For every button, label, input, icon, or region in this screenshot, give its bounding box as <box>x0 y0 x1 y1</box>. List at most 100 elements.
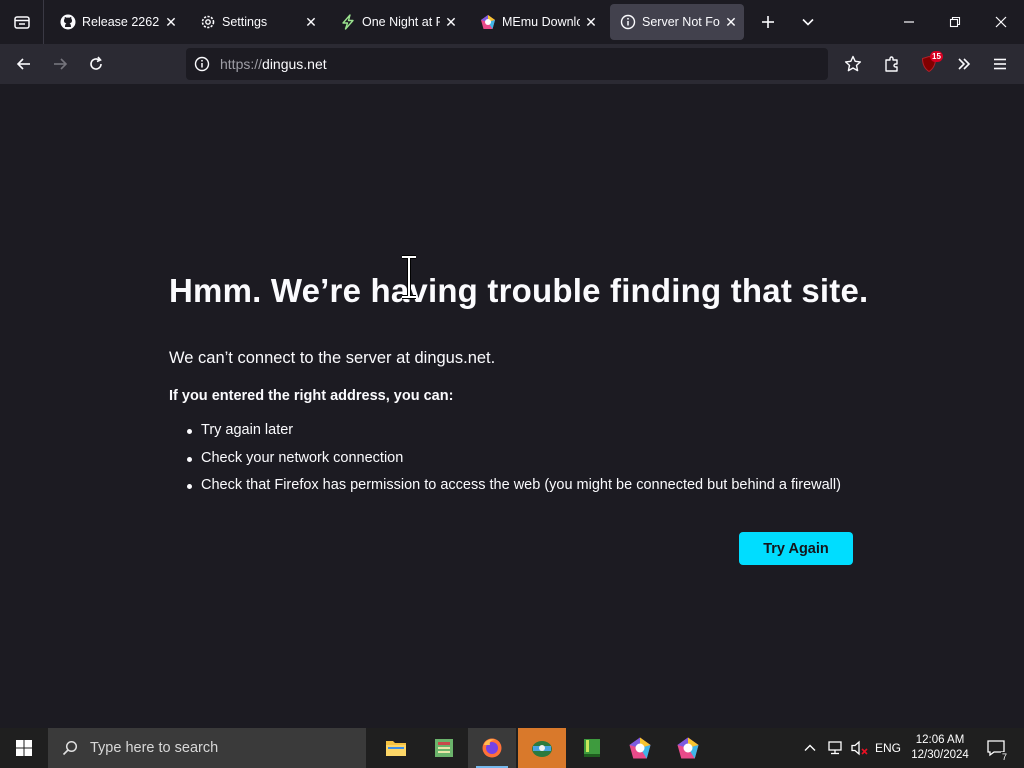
taskbar-memu-app[interactable] <box>616 728 664 768</box>
reload-icon <box>90 56 102 70</box>
error-title: Hmm. We’re having trouble finding that s… <box>169 272 869 309</box>
taskbar-green-app[interactable] <box>568 728 616 768</box>
green-book-icon <box>584 739 600 757</box>
tab-memu[interactable]: MEmu Downloa ✕ <box>470 4 604 40</box>
list-item: Check your network connection <box>185 450 841 478</box>
close-tab-icon[interactable]: ✕ <box>724 15 738 29</box>
volume-button[interactable] <box>848 728 872 768</box>
ublock-extension-button[interactable]: 15 <box>913 48 945 80</box>
extensions-button[interactable] <box>876 48 908 80</box>
speaker-muted-icon <box>851 740 868 756</box>
hamburger-menu-icon <box>994 58 1006 70</box>
github-icon <box>60 14 76 30</box>
tab-server-not-found[interactable]: Server Not Foun ✕ <box>610 4 744 40</box>
app-menu-button[interactable] <box>984 48 1016 80</box>
tab-title: Server Not Foun <box>642 15 720 29</box>
error-page: Hmm. We’re having trouble finding that s… <box>0 84 1024 728</box>
tab-release[interactable]: Release 22621.4 ✕ <box>50 4 184 40</box>
lightning-icon <box>340 14 356 30</box>
bullet-icon <box>187 429 192 434</box>
chevron-up-icon <box>804 744 816 751</box>
bookmark-button[interactable] <box>837 48 869 80</box>
tab-title: MEmu Downloa <box>502 15 580 29</box>
chevron-double-right-icon <box>958 58 971 70</box>
network-icon <box>828 741 842 755</box>
star-icon <box>844 55 862 72</box>
restore-button[interactable] <box>932 0 978 44</box>
restore-icon <box>949 16 961 28</box>
tab-title: Release 22621.4 <box>82 15 160 29</box>
error-subheading: If you entered the right address, you ca… <box>169 388 454 404</box>
taskbar-notepad-app[interactable] <box>420 728 468 768</box>
close-icon <box>995 16 1007 28</box>
minimize-icon <box>904 21 914 23</box>
site-info-icon[interactable] <box>194 56 210 72</box>
input-language-button[interactable]: ENG <box>873 728 903 768</box>
back-button[interactable] <box>8 48 40 80</box>
suggestion-list: Try again later Check your network conne… <box>185 422 841 505</box>
clock-time: 12:06 AM <box>915 734 965 746</box>
taskbar-firefox[interactable] <box>468 728 516 768</box>
memu-icon <box>629 737 651 759</box>
firefox-view-icon <box>13 16 30 29</box>
tab-title: One Night at Fl <box>362 15 440 29</box>
taskbar-memu-multi[interactable] <box>518 728 566 768</box>
globe-app-icon <box>532 741 552 757</box>
close-tab-icon[interactable]: ✕ <box>304 15 318 29</box>
error-description: We can’t connect to the server at dingus… <box>169 349 496 367</box>
taskbar-memu-app-2[interactable] <box>664 728 712 768</box>
start-button[interactable] <box>0 728 48 768</box>
suggestion-text: Check your network connection <box>201 449 404 466</box>
try-again-button[interactable]: Try Again <box>739 532 853 565</box>
search-placeholder: Type here to search <box>90 740 219 756</box>
list-item: Check that Firefox has permission to acc… <box>185 477 841 505</box>
close-tab-icon[interactable]: ✕ <box>444 15 458 29</box>
close-tab-icon[interactable]: ✕ <box>164 15 178 29</box>
forward-button[interactable] <box>44 48 76 80</box>
bullet-icon <box>187 456 192 462</box>
forward-arrow-icon <box>54 58 68 70</box>
clock-button[interactable]: 12:06 AM 12/30/2024 <box>904 728 976 768</box>
more-tools-button[interactable] <box>948 48 980 80</box>
taskbar-search-box[interactable]: Type here to search <box>48 728 366 768</box>
chevron-down-icon <box>802 18 814 26</box>
tab-settings[interactable]: Settings ✕ <box>190 4 324 40</box>
show-hidden-icons-button[interactable] <box>800 728 820 768</box>
reload-button[interactable] <box>80 48 112 80</box>
notification-count: 7 <box>1000 752 1008 762</box>
memu-icon <box>480 14 496 30</box>
ublock-badge: 15 <box>930 51 943 62</box>
notebook-icon <box>435 739 453 757</box>
back-arrow-icon <box>16 58 30 70</box>
new-tab-button[interactable] <box>754 8 782 36</box>
suggestion-text: Check that Firefox has permission to acc… <box>201 477 841 493</box>
taskbar-file-explorer[interactable] <box>372 728 420 768</box>
firefox-view-button[interactable] <box>0 0 44 44</box>
memu-icon <box>677 737 699 759</box>
address-bar[interactable]: https://dingus.net <box>186 48 828 80</box>
tab-title: Settings <box>222 15 268 29</box>
clock-date: 12/30/2024 <box>911 749 969 761</box>
network-button[interactable] <box>822 728 848 768</box>
gear-icon <box>200 14 216 30</box>
close-window-button[interactable] <box>978 0 1024 44</box>
url-scheme: https:// <box>220 56 263 72</box>
navigation-toolbar: https://dingus.net 15 <box>0 44 1024 84</box>
windows-logo-icon <box>16 740 32 756</box>
bullet-icon <box>187 484 192 489</box>
tab-strip: Release 22621.4 ✕ Settings ✕ One Night a… <box>0 0 1024 44</box>
action-center-button[interactable]: 7 <box>978 728 1014 768</box>
minimize-button[interactable] <box>886 0 932 44</box>
info-icon <box>620 14 636 30</box>
search-icon <box>62 740 78 756</box>
tab-one-night[interactable]: One Night at Fl ✕ <box>330 4 464 40</box>
suggestion-text: Try again later <box>201 422 294 438</box>
firefox-icon <box>482 738 502 758</box>
close-tab-icon[interactable]: ✕ <box>584 15 598 29</box>
url-host: dingus.net <box>262 56 327 72</box>
puzzle-icon <box>885 56 898 72</box>
windows-taskbar: Type here to search ENG 12:06 AM 12/30/2… <box>0 728 1024 768</box>
list-item: Try again later <box>185 422 841 450</box>
list-all-tabs-button[interactable] <box>794 8 822 36</box>
plus-icon <box>762 16 774 28</box>
